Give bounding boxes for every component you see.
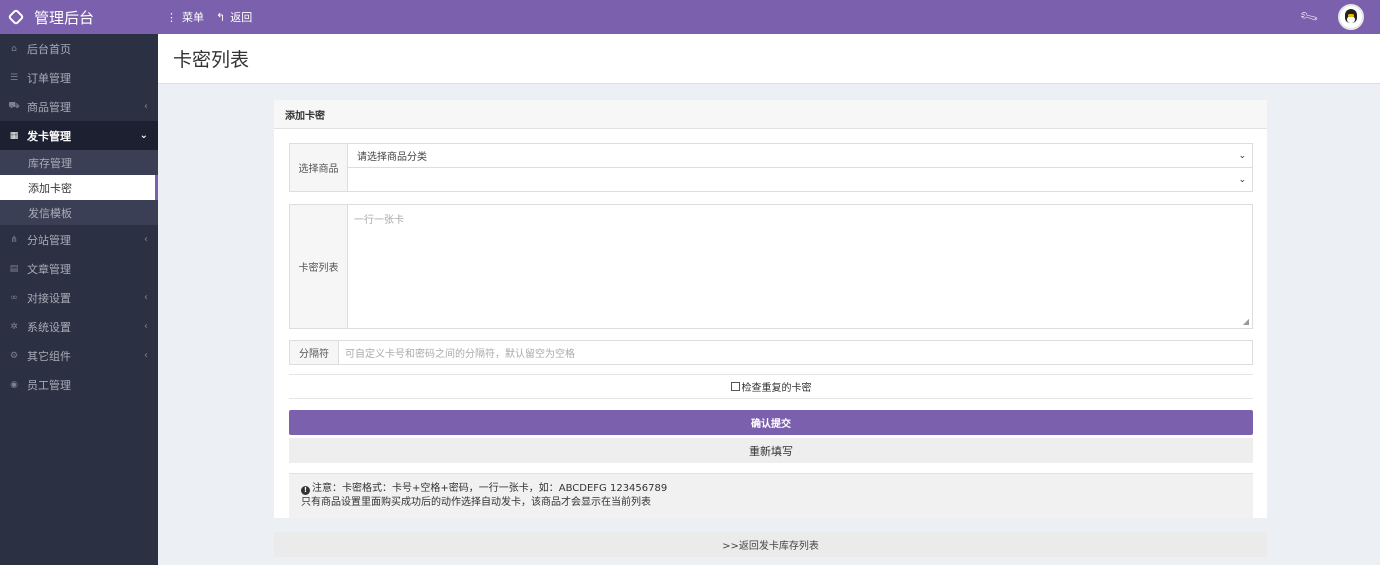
- sidebar-item-label: 系统设置: [27, 320, 71, 334]
- cards-placeholder: 一行一张卡: [354, 215, 404, 226]
- sidebar-item-label: 分站管理: [27, 233, 71, 247]
- gear-icon: ✲: [10, 321, 18, 332]
- wrench-icon[interactable]: 🔧︎: [1299, 6, 1321, 27]
- check-duplicate-checkbox[interactable]: [730, 382, 740, 391]
- top-navbar: 管理后台 ⋮ 菜单 ↰ 返回 🔧︎: [0, 0, 1380, 34]
- article-icon: ▤: [9, 263, 19, 274]
- notice-box: ! 注意：卡密格式：卡号+空格+密码，一行一张卡，如：ABCDEFG 123456…: [289, 473, 1253, 518]
- page-title: 卡密列表: [173, 49, 250, 71]
- submenu-item-mail-template[interactable]: 发信模板: [0, 200, 158, 225]
- sidebar-item-orders[interactable]: ☰ 订单管理: [0, 63, 158, 92]
- reset-button[interactable]: 重新填写: [289, 438, 1253, 463]
- check-duplicate-row: 检查重复的卡密: [289, 374, 1253, 399]
- cards-textarea-group: 卡密列表 一行一张卡 ◢: [289, 204, 1253, 329]
- submenu-item-inventory[interactable]: 库存管理: [0, 150, 158, 175]
- category-select-value: 请选择商品分类: [357, 152, 427, 163]
- sidebar-item-label: 其它组件: [27, 349, 71, 363]
- sidebar-item-integration[interactable]: ∞ 对接设置 ‹: [0, 283, 158, 312]
- brand[interactable]: 管理后台: [0, 0, 158, 34]
- user-icon: ◉: [10, 379, 18, 390]
- chevron-left-icon: ‹: [144, 234, 148, 245]
- page-header: 卡密列表: [158, 34, 1380, 84]
- chevron-left-icon: ‹: [144, 350, 148, 361]
- sidebar-item-products[interactable]: ⛟ 商品管理 ‹: [0, 92, 158, 121]
- submenu-item-label: 库存管理: [28, 156, 72, 170]
- sidebar-item-label: 后台首页: [27, 42, 71, 56]
- link-icon: ∞: [10, 292, 18, 303]
- sidebar-item-label: 订单管理: [27, 71, 71, 85]
- submenu-item-label: 添加卡密: [28, 181, 72, 195]
- chevron-down-icon: ⌄: [1238, 150, 1246, 161]
- panel-heading: 添加卡密: [274, 100, 1267, 129]
- brand-title: 管理后台: [34, 8, 95, 27]
- chevron-left-icon: ‹: [144, 292, 148, 303]
- cards-submenu: 库存管理 添加卡密 发信模板: [0, 150, 158, 225]
- submit-button[interactable]: 确认提交: [289, 410, 1253, 435]
- sitemap-icon: ⋔: [10, 234, 18, 245]
- top-nav: ⋮ 菜单 ↰ 返回: [158, 9, 264, 25]
- sidebar: ⌂ 后台首页 ☰ 订单管理 ⛟ 商品管理 ‹ ▦ 发卡管理 ⌄ 库存管理 添加卡…: [0, 34, 158, 565]
- sidebar-item-home[interactable]: ⌂ 后台首页: [0, 34, 158, 63]
- submenu-item-add-cards[interactable]: 添加卡密: [0, 175, 158, 200]
- cards-textarea[interactable]: 一行一张卡 ◢: [348, 205, 1252, 328]
- sidebar-item-components[interactable]: ⚙ 其它组件 ‹: [0, 341, 158, 370]
- separator-input[interactable]: 可自定义卡号和密码之间的分隔符，默认留空为空格: [339, 341, 1252, 364]
- sidebar-item-label: 发卡管理: [27, 129, 71, 143]
- cards-label: 卡密列表: [290, 205, 348, 328]
- menu-toggle-label: 菜单: [182, 11, 204, 24]
- main-content: 卡密列表 添加卡密 选择商品 请选择商品分类 ⌄ ⌄ 卡密列表 一行一张卡 ◢ …: [158, 34, 1380, 565]
- chevron-down-icon: ⌄: [1238, 174, 1246, 185]
- home-icon: ⌂: [11, 43, 17, 54]
- grid-icon: ▦: [9, 130, 19, 141]
- cart-icon: ⛟: [8, 101, 20, 111]
- sidebar-item-label: 商品管理: [27, 100, 71, 114]
- list-icon: ☰: [9, 72, 19, 83]
- top-right-tools: 🔧︎: [1299, 4, 1380, 30]
- sidebar-item-staff[interactable]: ◉ 员工管理: [0, 370, 158, 399]
- category-select[interactable]: 请选择商品分类 ⌄: [348, 144, 1252, 167]
- submenu-item-label: 发信模板: [28, 206, 72, 220]
- sidebar-item-label: 文章管理: [27, 262, 71, 276]
- product-select-group: 选择商品 请选择商品分类 ⌄ ⌄: [289, 143, 1253, 192]
- menu-toggle-button[interactable]: ⋮ 菜单: [166, 9, 204, 25]
- back-label: 返回: [230, 11, 253, 24]
- cogs-icon: ⚙: [9, 350, 19, 361]
- notice-line-1: 注意：卡密格式：卡号+空格+密码，一行一张卡，如：ABCDEFG 1234567…: [312, 483, 668, 494]
- notice-line-2: 只有商品设置里面购买成功后的动作选择自动发卡，该商品才会显示在当前列表: [301, 497, 651, 508]
- sidebar-item-cards[interactable]: ▦ 发卡管理 ⌄: [0, 121, 158, 150]
- chevron-down-icon: ⌄: [139, 130, 148, 141]
- info-icon: !: [301, 486, 310, 495]
- sidebar-item-substations[interactable]: ⋔ 分站管理 ‹: [0, 225, 158, 254]
- panel-title: 添加卡密: [285, 110, 325, 122]
- separator-label: 分隔符: [290, 341, 339, 364]
- back-button[interactable]: ↰ 返回: [216, 9, 252, 25]
- avatar[interactable]: [1338, 4, 1364, 30]
- chevron-left-icon: ‹: [144, 321, 148, 332]
- product-label: 选择商品: [290, 144, 348, 191]
- cube-icon: [7, 8, 25, 26]
- vertical-ellipsis-icon: ⋮: [166, 10, 177, 24]
- sidebar-item-label: 对接设置: [27, 291, 71, 305]
- sidebar-item-label: 员工管理: [27, 378, 71, 392]
- check-duplicate-label[interactable]: 检查重复的卡密: [742, 379, 812, 394]
- product-select[interactable]: ⌄: [348, 167, 1252, 191]
- back-to-inventory-link[interactable]: >>返回发卡库存列表: [274, 532, 1267, 557]
- sidebar-item-articles[interactable]: ▤ 文章管理: [0, 254, 158, 283]
- separator-group: 分隔符 可自定义卡号和密码之间的分隔符，默认留空为空格: [289, 340, 1253, 365]
- chevron-left-icon: ‹: [144, 101, 148, 112]
- sidebar-item-system-settings[interactable]: ✲ 系统设置 ‹: [0, 312, 158, 341]
- add-cards-panel: 添加卡密 选择商品 请选择商品分类 ⌄ ⌄ 卡密列表 一行一张卡 ◢ 分隔符 可…: [274, 100, 1267, 518]
- reply-icon: ↰: [216, 10, 226, 24]
- resize-handle-icon[interactable]: ◢: [1243, 317, 1249, 326]
- separator-placeholder: 可自定义卡号和密码之间的分隔符，默认留空为空格: [345, 349, 575, 360]
